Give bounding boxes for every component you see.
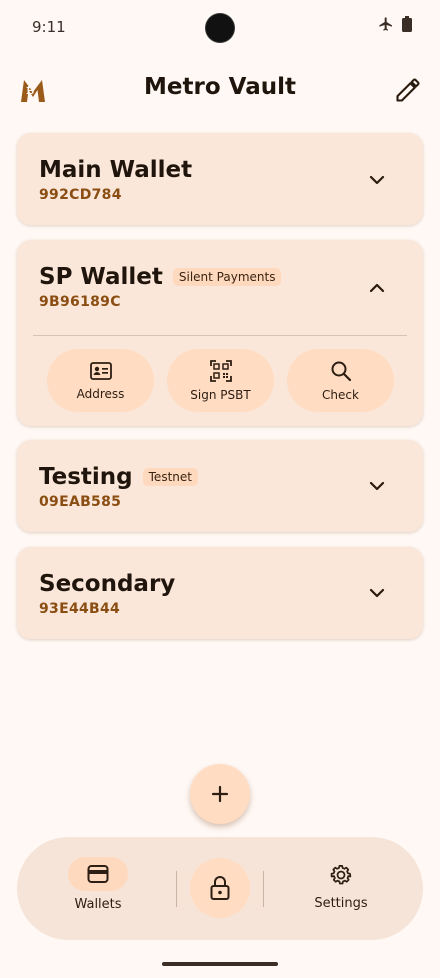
wallet-fingerprint: 992CD784 [39, 187, 122, 203]
status-bar: 9:11 [0, 0, 440, 56]
nav-separator [176, 871, 177, 907]
card-divider [33, 335, 407, 336]
chevron-down-icon[interactable] [365, 168, 389, 192]
home-indicator [162, 962, 278, 966]
address-label: Address [76, 387, 125, 401]
add-wallet-button[interactable] [190, 764, 250, 824]
status-icons [378, 16, 412, 32]
sign-psbt-label: Sign PSBT [190, 388, 251, 402]
battery-icon [402, 16, 412, 32]
wallet-fingerprint: 9B96189C [39, 294, 121, 310]
wallet-name: Main Wallet [39, 157, 193, 183]
nav-settings[interactable]: Settings [307, 863, 375, 911]
wallet-fingerprint: 09EAB585 [39, 494, 122, 510]
chevron-up-icon[interactable] [365, 276, 389, 300]
qr-code-icon [209, 360, 232, 382]
wallet-fingerprint: 93E44B44 [39, 601, 121, 617]
wallet-card-main[interactable]: Main Wallet 992CD784 [17, 133, 423, 225]
nav-wallets[interactable]: Wallets [67, 857, 129, 912]
nav-wallets-pill [68, 857, 128, 891]
sign-psbt-button[interactable]: Sign PSBT [167, 349, 274, 412]
lock-button[interactable] [190, 858, 250, 918]
lock-icon [210, 876, 230, 900]
gear-icon [330, 865, 352, 885]
check-label: Check [322, 388, 359, 402]
status-time: 9:11 [32, 18, 66, 36]
wallet-actions: Address Sign PSBT Check [47, 349, 394, 412]
nav-separator [263, 871, 264, 907]
wallet-name: SP Wallet [39, 264, 163, 290]
address-button[interactable]: Address [47, 349, 154, 412]
chevron-down-icon[interactable] [365, 581, 389, 605]
nav-settings-label: Settings [314, 896, 368, 911]
check-button[interactable]: Check [287, 349, 394, 412]
pencil-icon[interactable] [394, 76, 422, 104]
camera-cutout [206, 14, 234, 42]
testnet-chip: Testnet [142, 468, 198, 486]
wallet-name: Testing [39, 464, 133, 490]
wallet-icon [87, 865, 109, 883]
app-bar: ₿ Metro Vault [0, 62, 440, 118]
chevron-down-icon[interactable] [365, 474, 389, 498]
wallet-card-sp[interactable]: SP Wallet Silent Payments 9B96189C Addre… [17, 240, 423, 426]
nav-wallets-label: Wallets [74, 897, 122, 912]
id-card-icon [89, 362, 112, 380]
bottom-nav: Wallets Settings [17, 837, 423, 940]
wallet-name: Secondary [39, 571, 176, 597]
wallet-card-secondary[interactable]: Secondary 93E44B44 [17, 547, 423, 639]
silent-payments-chip: Silent Payments [172, 268, 282, 286]
magnifier-icon [331, 361, 351, 382]
airplane-icon [379, 17, 392, 31]
wallet-card-testing[interactable]: Testing Testnet 09EAB585 [17, 440, 423, 532]
page-title: Metro Vault [144, 74, 296, 100]
plus-icon [211, 785, 229, 803]
